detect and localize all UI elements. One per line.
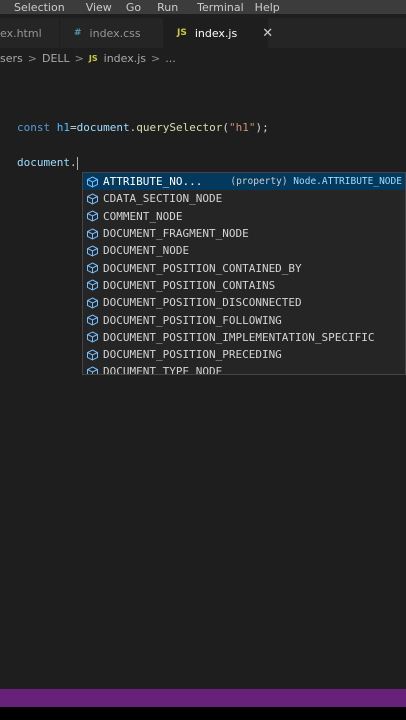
tab-index-js[interactable]: JS index.js ✕ bbox=[164, 18, 273, 48]
suggest-item-label: DOCUMENT_POSITION_CONTAINED_BY bbox=[103, 261, 302, 275]
suggest-item-type: Node.ATTRIBUTE_NODE bbox=[293, 176, 402, 188]
suggest-item[interactable]: COMMENT_NODE bbox=[83, 208, 405, 225]
string-literal: "h1" bbox=[228, 121, 256, 134]
menu-view[interactable]: View bbox=[86, 1, 112, 14]
suggest-item-label: CDATA_SECTION_NODE bbox=[103, 192, 223, 206]
suggest-item[interactable]: DOCUMENT_POSITION_DISCONNECTED bbox=[83, 294, 405, 311]
suggest-item[interactable]: DOCUMENT_POSITION_CONTAINS bbox=[83, 277, 405, 294]
property-icon bbox=[87, 262, 98, 274]
breadcrumb-item-users[interactable]: sers bbox=[0, 52, 23, 65]
close-paren: ); bbox=[255, 121, 269, 134]
property-icon bbox=[87, 279, 98, 291]
chevron-right-icon: > bbox=[27, 51, 37, 65]
suggest-item-label: DOCUMENT_POSITION_CONTAINS bbox=[103, 278, 276, 292]
variable-h1: h1 bbox=[56, 121, 70, 134]
object-document: document bbox=[76, 121, 130, 134]
operator-equals: = bbox=[70, 121, 77, 134]
js-icon: JS bbox=[88, 53, 98, 63]
code-editor[interactable]: const h1=document.querySelector("h1"); d… bbox=[0, 68, 406, 688]
suggest-item[interactable]: DOCUMENT_NODE bbox=[83, 242, 405, 259]
autocomplete-suggest-widget: ATTRIBUTE_NO... (property) Node.ATTRIBUTE… bbox=[82, 172, 406, 375]
breadcrumb-item-dell[interactable]: DELL bbox=[42, 52, 70, 65]
property-icon bbox=[87, 349, 98, 361]
suggest-item-label: DOCUMENT_POSITION_DISCONNECTED bbox=[103, 296, 302, 310]
editor-tab-bar: ex.html # index.css JS index.js ✕ bbox=[0, 18, 406, 48]
dot-operator: . bbox=[69, 156, 77, 169]
object-document: document bbox=[17, 156, 70, 169]
suggest-item-label: DOCUMENT_FRAGMENT_NODE bbox=[103, 227, 249, 241]
menu-help[interactable]: Help bbox=[255, 1, 280, 14]
text-cursor bbox=[76, 156, 78, 170]
menu-run[interactable]: Run bbox=[157, 1, 178, 14]
breadcrumb-item-symbol[interactable]: ... bbox=[165, 52, 176, 65]
suggest-item-label: COMMENT_NODE bbox=[103, 209, 183, 223]
property-icon bbox=[87, 193, 98, 205]
suggest-item-label: ATTRIBUTE_NO... bbox=[103, 175, 203, 189]
tab-index-html[interactable]: ex.html bbox=[0, 18, 60, 48]
breadcrumb-item-file[interactable]: index.js bbox=[104, 52, 146, 65]
menu-bar: Selection View Go Run Terminal Help bbox=[0, 0, 406, 14]
tab-label: ex.html bbox=[0, 26, 42, 40]
property-icon bbox=[87, 314, 98, 326]
suggest-item[interactable]: DOCUMENT_POSITION_CONTAINED_BY bbox=[83, 259, 405, 276]
open-paren: ( bbox=[222, 121, 229, 134]
keyword-const: const bbox=[17, 121, 51, 134]
property-icon bbox=[87, 227, 98, 240]
menu-terminal[interactable]: Terminal bbox=[197, 1, 244, 14]
suggest-item-label: DOCUMENT_POSITION_FOLLOWING bbox=[103, 313, 282, 327]
property-icon bbox=[87, 176, 98, 188]
suggest-item-label: DOCUMENT_NODE bbox=[103, 244, 190, 258]
suggest-item[interactable]: DOCUMENT_POSITION_PRECEDING bbox=[83, 346, 405, 363]
chevron-right-icon: > bbox=[74, 51, 84, 65]
code-line-2: document. bbox=[17, 156, 78, 170]
property-icon bbox=[87, 210, 98, 222]
js-icon: JS bbox=[177, 28, 187, 38]
menu-selection[interactable]: Selection bbox=[14, 1, 65, 14]
suggest-item[interactable]: DOCUMENT_POSITION_FOLLOWING bbox=[83, 311, 405, 328]
tab-label: index.js bbox=[194, 26, 238, 40]
suggest-item[interactable]: DOCUMENT_TYPE_NODE bbox=[83, 363, 405, 375]
suggest-item-label: DOCUMENT_POSITION_PRECEDING bbox=[103, 348, 282, 362]
suggest-item[interactable]: ATTRIBUTE_NO... (property) Node.ATTRIBUTE… bbox=[83, 173, 405, 191]
suggest-item[interactable]: DOCUMENT_POSITION_IMPLEMENTATION_SPECIFI… bbox=[83, 329, 405, 346]
suggest-item[interactable]: DOCUMENT_FRAGMENT_NODE bbox=[83, 225, 405, 242]
bottom-frame bbox=[0, 707, 406, 720]
css-icon: # bbox=[74, 28, 82, 38]
menu-go[interactable]: Go bbox=[126, 1, 141, 14]
function-queryselector: querySelector bbox=[136, 121, 223, 134]
property-icon bbox=[87, 297, 98, 309]
suggest-item[interactable]: CDATA_SECTION_NODE bbox=[83, 190, 405, 207]
suggest-item-label: DOCUMENT_TYPE_NODE bbox=[103, 365, 223, 375]
suggest-item-detail: (property) Node.ATTRIBUTE_NODE bbox=[230, 176, 402, 187]
suggest-item-label: DOCUMENT_POSITION_IMPLEMENTATION_SPECIFI… bbox=[103, 330, 375, 344]
tab-index-css[interactable]: # index.css bbox=[60, 18, 164, 48]
suggest-item-kind: (property) bbox=[230, 176, 288, 188]
breadcrumb: sers > DELL > JS index.js > ... bbox=[0, 50, 176, 66]
tab-label: index.css bbox=[89, 26, 141, 40]
property-icon bbox=[87, 245, 98, 257]
property-icon bbox=[87, 366, 98, 374]
property-icon bbox=[87, 331, 98, 343]
code-line-1: const h1=document.querySelector("h1"); bbox=[17, 121, 269, 134]
close-icon[interactable]: ✕ bbox=[262, 26, 273, 41]
chevron-right-icon: > bbox=[151, 51, 161, 65]
status-bar bbox=[0, 689, 406, 707]
